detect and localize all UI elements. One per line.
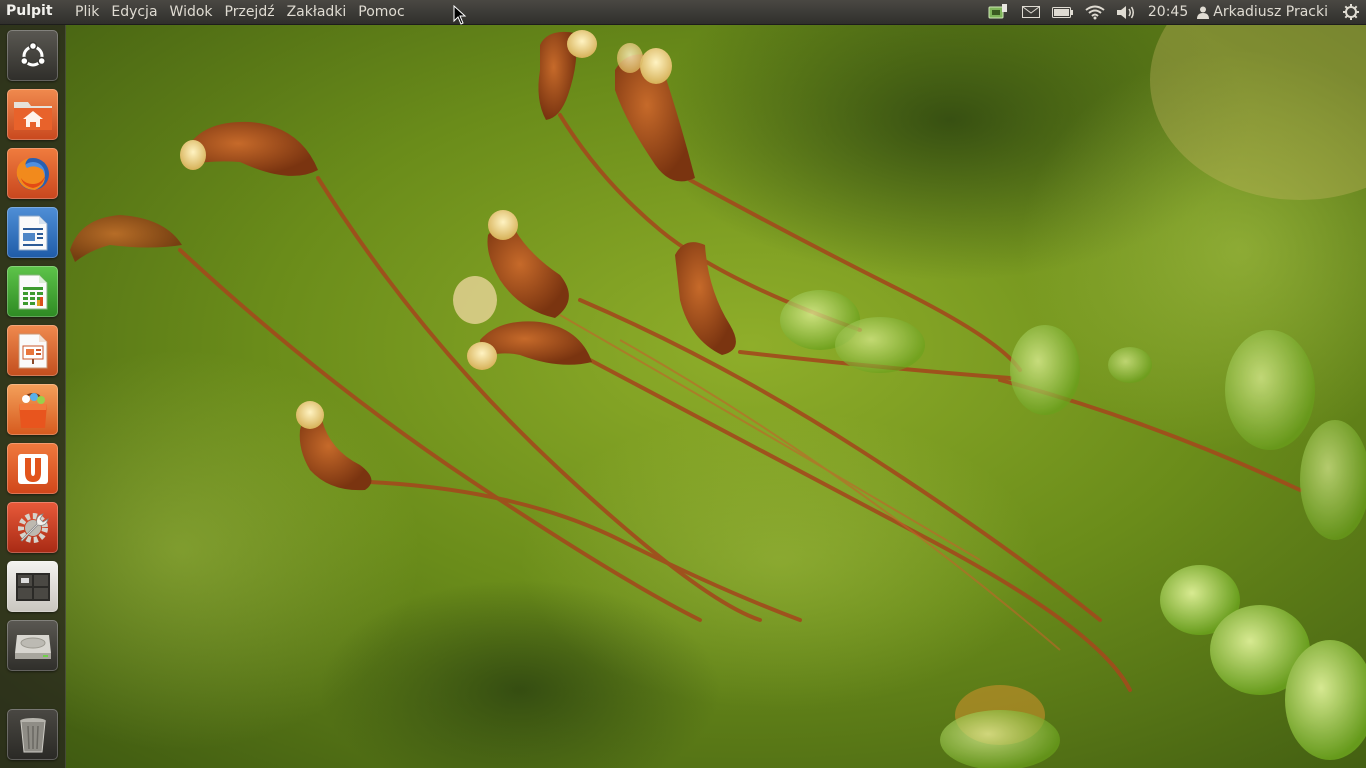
mouse-pointer-icon	[453, 5, 467, 25]
launcher-item-dash-home[interactable]	[7, 30, 58, 81]
menu-pomoc[interactable]: Pomoc	[352, 0, 410, 24]
launcher-item-drive[interactable]	[7, 620, 58, 671]
gear-power-icon[interactable]	[1336, 0, 1366, 24]
active-app-name: Pulpit	[6, 3, 53, 19]
launcher-item-libreoffice-impress[interactable]	[7, 325, 58, 376]
volume-icon[interactable]	[1111, 0, 1141, 24]
launcher-item-ubuntu-one[interactable]	[7, 443, 58, 494]
global-menu: Plik Edycja Widok Przejdź Zakładki Pomoc	[69, 0, 411, 24]
launcher-item-workspace-switcher[interactable]	[7, 561, 58, 612]
ubuntu-one-icon	[17, 453, 48, 484]
workspaces-icon	[15, 572, 50, 601]
network-printer-icon[interactable]	[981, 0, 1015, 24]
writer-icon	[18, 215, 47, 250]
impress-icon	[18, 333, 47, 368]
indicator-area: 20:45 Arkadiusz Pracki	[981, 0, 1366, 24]
launcher-item-libreoffice-writer[interactable]	[7, 207, 58, 258]
firefox-icon	[16, 157, 49, 190]
clock[interactable]: 20:45	[1141, 4, 1195, 20]
shopping-bag-icon	[18, 392, 47, 428]
launcher-item-trash[interactable]	[7, 709, 58, 760]
launcher-item-firefox[interactable]	[7, 148, 58, 199]
settings-wrench-icon	[17, 512, 49, 543]
unity-launcher	[0, 25, 66, 768]
wifi-icon[interactable]	[1079, 0, 1111, 24]
user-name: Arkadiusz Pracki	[1213, 4, 1328, 20]
menu-plik[interactable]: Plik	[69, 0, 105, 24]
top-panel: Pulpit Plik Edycja Widok Przejdź Zakładk…	[0, 0, 1366, 25]
menu-widok[interactable]: Widok	[164, 0, 219, 24]
user-menu[interactable]: Arkadiusz Pracki	[1195, 4, 1336, 20]
trash-icon	[19, 717, 46, 752]
hard-drive-icon	[14, 634, 51, 659]
launcher-item-libreoffice-calc[interactable]	[7, 266, 58, 317]
desktop-wallpaper	[0, 0, 1366, 768]
menu-edycja[interactable]: Edycja	[105, 0, 163, 24]
mail-icon[interactable]	[1015, 0, 1047, 24]
home-folder-icon	[13, 101, 52, 130]
calc-icon	[18, 274, 47, 309]
ubuntu-logo-icon	[19, 41, 46, 66]
battery-icon[interactable]	[1047, 0, 1079, 24]
launcher-item-system-settings[interactable]	[7, 502, 58, 553]
menu-zakladki[interactable]: Zakładki	[281, 0, 353, 24]
menu-przejdz[interactable]: Przejdź	[219, 0, 281, 24]
launcher-item-home-folder[interactable]	[7, 89, 58, 140]
user-icon	[1197, 6, 1210, 19]
launcher-item-software-center[interactable]	[7, 384, 58, 435]
